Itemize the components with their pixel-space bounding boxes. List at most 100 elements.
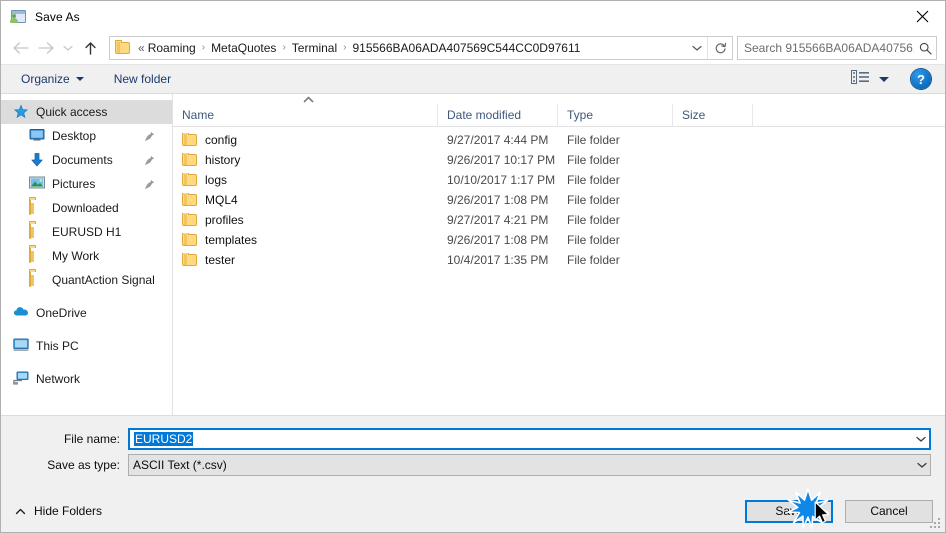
cancel-button[interactable]: Cancel (845, 499, 933, 523)
navigation-bar: « Roaming › MetaQuotes › Terminal › 9155… (1, 32, 945, 64)
window-title: Save As (35, 9, 80, 24)
file-date: 10/10/2017 1:17 PM (447, 173, 556, 187)
new-folder-button[interactable]: New folder (108, 67, 177, 91)
save-as-type-value: ASCII Text (*.csv) (133, 458, 227, 472)
column-header-name[interactable]: Name (173, 104, 438, 126)
folder-icon (182, 173, 197, 186)
hide-folders-button[interactable]: Hide Folders (11, 504, 102, 518)
sidebar-item-label: Network (36, 372, 81, 386)
file-type: File folder (567, 133, 620, 147)
column-header-type[interactable]: Type (558, 104, 673, 126)
sidebar-item-quick-access[interactable]: Quick access (1, 100, 172, 124)
pin-icon[interactable] (144, 155, 155, 166)
file-name: history (205, 153, 241, 167)
sidebar-item-label: This PC (36, 339, 79, 353)
breadcrumb-item-current[interactable]: 915566BA06ADA407569C544CC0D97611 (350, 41, 582, 55)
save-as-dialog: Save As « Roaming › MetaQuotes › Termina… (0, 0, 946, 533)
breadcrumb: « Roaming › MetaQuotes › Terminal › 9155… (136, 41, 687, 55)
search-input[interactable]: Search 915566BA06ADA40756... (738, 41, 914, 55)
address-chevron-down-icon[interactable] (687, 37, 707, 59)
sidebar-item-desktop[interactable]: Desktop (1, 124, 172, 148)
sidebar-item-label: Documents (52, 153, 113, 167)
table-row[interactable]: MQL4 9/26/2017 1:08 PM File folder (173, 190, 945, 210)
recent-locations-chevron-down-icon[interactable] (59, 35, 77, 61)
breadcrumb-separator: › (343, 42, 347, 53)
breadcrumb-item-terminal[interactable]: Terminal (290, 41, 339, 55)
file-date: 9/27/2017 4:21 PM (447, 213, 549, 227)
sidebar-item-eurusd-h1[interactable]: EURUSD H1 (1, 220, 172, 244)
column-header-size[interactable]: Size (673, 104, 753, 126)
pin-icon[interactable] (144, 131, 155, 142)
sidebar-item-label: OneDrive (36, 306, 87, 320)
breadcrumb-item-metaquotes[interactable]: MetaQuotes (209, 41, 278, 55)
folder-icon (182, 213, 197, 226)
star-icon (13, 104, 29, 120)
breadcrumb-item-roaming[interactable]: Roaming (146, 41, 198, 55)
table-row[interactable]: logs 10/10/2017 1:17 PM File folder (173, 170, 945, 190)
column-header-date-modified[interactable]: Date modified (438, 104, 558, 126)
resize-grip[interactable] (930, 518, 942, 530)
forward-icon[interactable] (33, 35, 59, 61)
refresh-icon[interactable] (707, 37, 732, 59)
breadcrumb-overflow[interactable]: « (136, 41, 146, 55)
file-date: 9/26/2017 1:08 PM (447, 233, 549, 247)
chevron-down-icon (75, 77, 84, 81)
file-date: 10/4/2017 1:35 PM (447, 253, 549, 267)
sidebar-item-quantaction-signal[interactable]: QuantAction Signal (1, 268, 172, 292)
folder-icon (29, 247, 45, 264)
search-box[interactable]: Search 915566BA06ADA40756... (737, 36, 937, 60)
save-button[interactable]: Save (745, 499, 833, 523)
sidebar-item-pictures[interactable]: Pictures (1, 172, 172, 196)
save-as-window-icon (10, 9, 27, 25)
save-as-type-select[interactable]: ASCII Text (*.csv) (128, 454, 931, 476)
file-name-input[interactable]: EURUSD2 (128, 428, 931, 450)
chevron-down-icon (879, 76, 889, 82)
file-name: tester (205, 253, 236, 267)
file-name: templates (205, 233, 258, 247)
folder-icon (29, 223, 45, 240)
search-icon[interactable] (914, 42, 936, 55)
help-button[interactable]: ? (911, 69, 931, 89)
command-bar: Organize New folder ? (1, 64, 945, 94)
file-name-value: EURUSD2 (134, 432, 194, 446)
change-view-button[interactable] (847, 67, 893, 91)
pin-icon[interactable] (144, 179, 155, 190)
file-name: logs (205, 173, 228, 187)
file-date: 9/27/2017 4:44 PM (447, 133, 549, 147)
organize-button[interactable]: Organize (15, 67, 90, 91)
table-row[interactable]: tester 10/4/2017 1:35 PM File folder (173, 250, 945, 270)
save-as-type-row: Save as type: ASCII Text (*.csv) (15, 454, 931, 476)
file-type: File folder (567, 173, 620, 187)
file-type: File folder (567, 193, 620, 207)
sidebar-item-downloaded[interactable]: Downloaded (1, 196, 172, 220)
address-bar[interactable]: « Roaming › MetaQuotes › Terminal › 9155… (109, 36, 733, 60)
list-view-icon (851, 69, 870, 89)
sidebar-item-network[interactable]: Network (1, 367, 172, 391)
picture-icon (29, 176, 45, 192)
onedrive-cloud-icon (13, 305, 29, 321)
network-icon (13, 371, 29, 387)
folder-icon (29, 271, 45, 288)
back-icon[interactable] (7, 35, 33, 61)
sidebar-item-this-pc[interactable]: This PC (1, 334, 172, 358)
file-name: profiles (205, 213, 244, 227)
folder-icon (182, 253, 197, 266)
sidebar-item-documents[interactable]: Documents (1, 148, 172, 172)
dialog-footer: Hide Folders Save Cancel (1, 490, 945, 532)
chevron-up-icon (15, 508, 26, 515)
close-icon[interactable] (899, 1, 945, 32)
folder-icon (29, 199, 45, 216)
sidebar-item-my-work[interactable]: My Work (1, 244, 172, 268)
folder-icon (182, 133, 197, 146)
title-bar: Save As (1, 1, 945, 32)
table-row[interactable]: profiles 9/27/2017 4:21 PM File folder (173, 210, 945, 230)
chevron-down-icon[interactable] (913, 462, 930, 469)
table-row[interactable]: templates 9/26/2017 1:08 PM File folder (173, 230, 945, 250)
chevron-down-icon[interactable] (912, 436, 929, 443)
table-row[interactable]: history 9/26/2017 10:17 PM File folder (173, 150, 945, 170)
sidebar-item-onedrive[interactable]: OneDrive (1, 301, 172, 325)
folder-icon (182, 233, 197, 246)
file-name-row: File name: EURUSD2 (15, 428, 931, 450)
up-one-level-icon[interactable] (77, 35, 103, 61)
table-row[interactable]: config 9/27/2017 4:44 PM File folder (173, 130, 945, 150)
